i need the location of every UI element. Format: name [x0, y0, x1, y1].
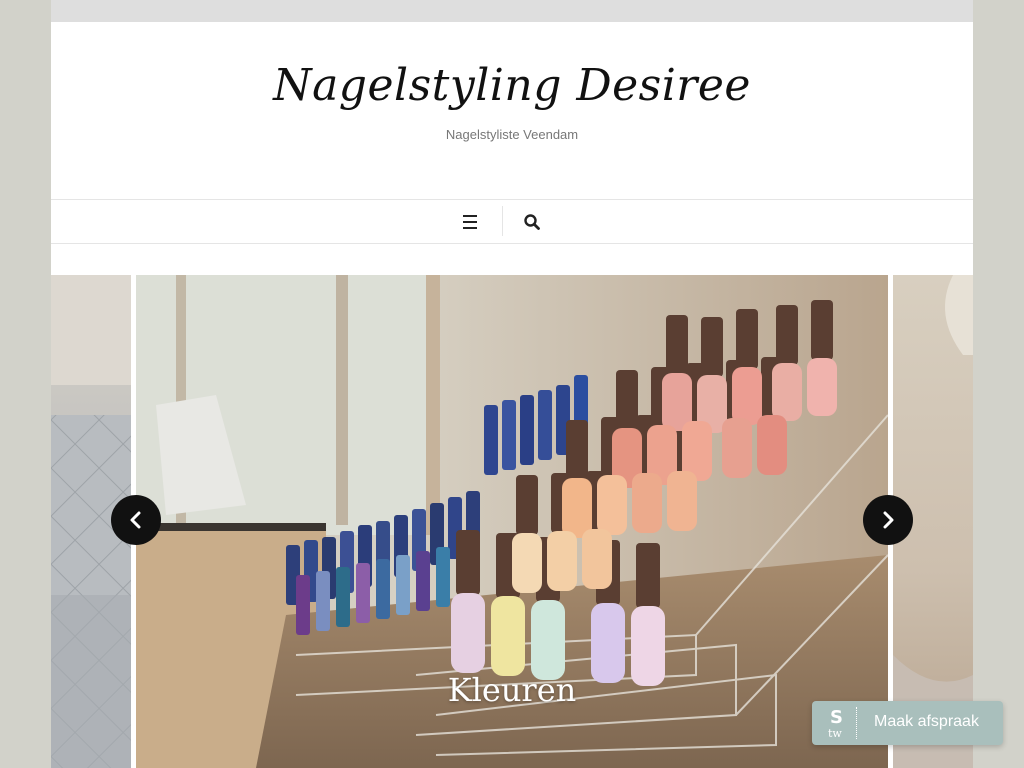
logo-symbol: S: [830, 707, 843, 728]
widget-divider: [856, 707, 857, 739]
hamburger-icon: [463, 215, 477, 229]
slider-next-button[interactable]: [863, 495, 913, 545]
slide-caption: Kleuren: [447, 671, 577, 709]
salonized-logo-icon: S tw: [822, 707, 856, 740]
logo-text: tw: [828, 727, 842, 739]
chevron-right-icon: [883, 511, 894, 529]
nav-divider: [502, 206, 503, 236]
menu-toggle-button[interactable]: [454, 206, 486, 238]
page-container: Nagelstyling Desiree Nagelstyliste Veend…: [51, 0, 973, 768]
main-navigation: [51, 199, 973, 244]
booking-widget-label: Maak afspraak: [874, 713, 979, 730]
image-slider: Kleuren: [51, 275, 973, 768]
top-bar: [51, 0, 973, 22]
search-button[interactable]: [516, 206, 548, 238]
slide-current[interactable]: Kleuren: [136, 275, 888, 768]
chevron-left-icon: [130, 511, 141, 529]
site-title[interactable]: Nagelstyling Desiree: [51, 60, 973, 111]
slider-prev-button[interactable]: [111, 495, 161, 545]
search-icon: [524, 214, 540, 230]
booking-widget-button[interactable]: S tw Maak afspraak: [812, 701, 1003, 745]
site-tagline: Nagelstyliste Veendam: [445, 127, 579, 142]
